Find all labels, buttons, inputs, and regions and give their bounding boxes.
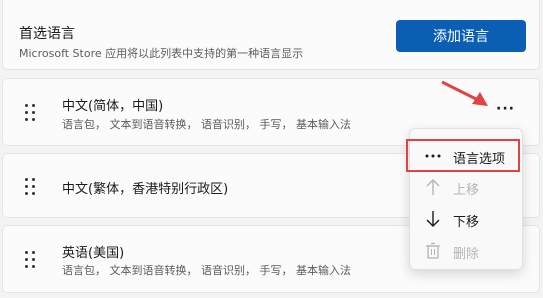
menu-item-move-down[interactable]: 下移 — [410, 205, 524, 235]
preferred-language-subtitle: Microsoft Store 应用将以此列表中支持的第一种语言显示 — [19, 47, 304, 60]
trash-icon — [426, 242, 440, 259]
menu-item-label: 上移 — [453, 183, 480, 198]
menu-item-move-up[interactable]: 上移 — [410, 173, 524, 203]
preferred-language-title: 首选语言 — [19, 26, 75, 42]
menu-item-label: 下移 — [453, 215, 480, 230]
language-name: 中文(简体，中国) — [62, 99, 164, 114]
drag-handle-icon[interactable] — [25, 251, 37, 269]
highlight-box — [406, 139, 520, 172]
menu-item-label: 删除 — [453, 247, 480, 262]
annotation-arrow-icon — [441, 80, 488, 106]
arrow-up-icon — [426, 179, 440, 195]
language-name: 英语(美国) — [62, 246, 125, 261]
arrow-down-icon — [426, 211, 440, 227]
preferred-language-card: 首选语言 Microsoft Store 应用将以此列表中支持的第一种语言显示 … — [2, 0, 540, 70]
language-features: 语言包， 文本到语音转换， 语音识别， 手写， 基本输入法 — [62, 118, 351, 131]
menu-item-remove[interactable]: 删除 — [410, 237, 524, 267]
add-language-button[interactable]: 添加语言 — [396, 20, 526, 52]
language-features: 语言包， 文本到语音转换， 语音识别， 手写， 基本输入法 — [62, 264, 351, 277]
more-options-button[interactable]: ··· — [496, 101, 515, 117]
language-name: 中文(繁体，香港特别行政区) — [62, 182, 229, 197]
drag-handle-icon[interactable] — [25, 104, 37, 122]
drag-handle-icon[interactable] — [25, 178, 37, 196]
